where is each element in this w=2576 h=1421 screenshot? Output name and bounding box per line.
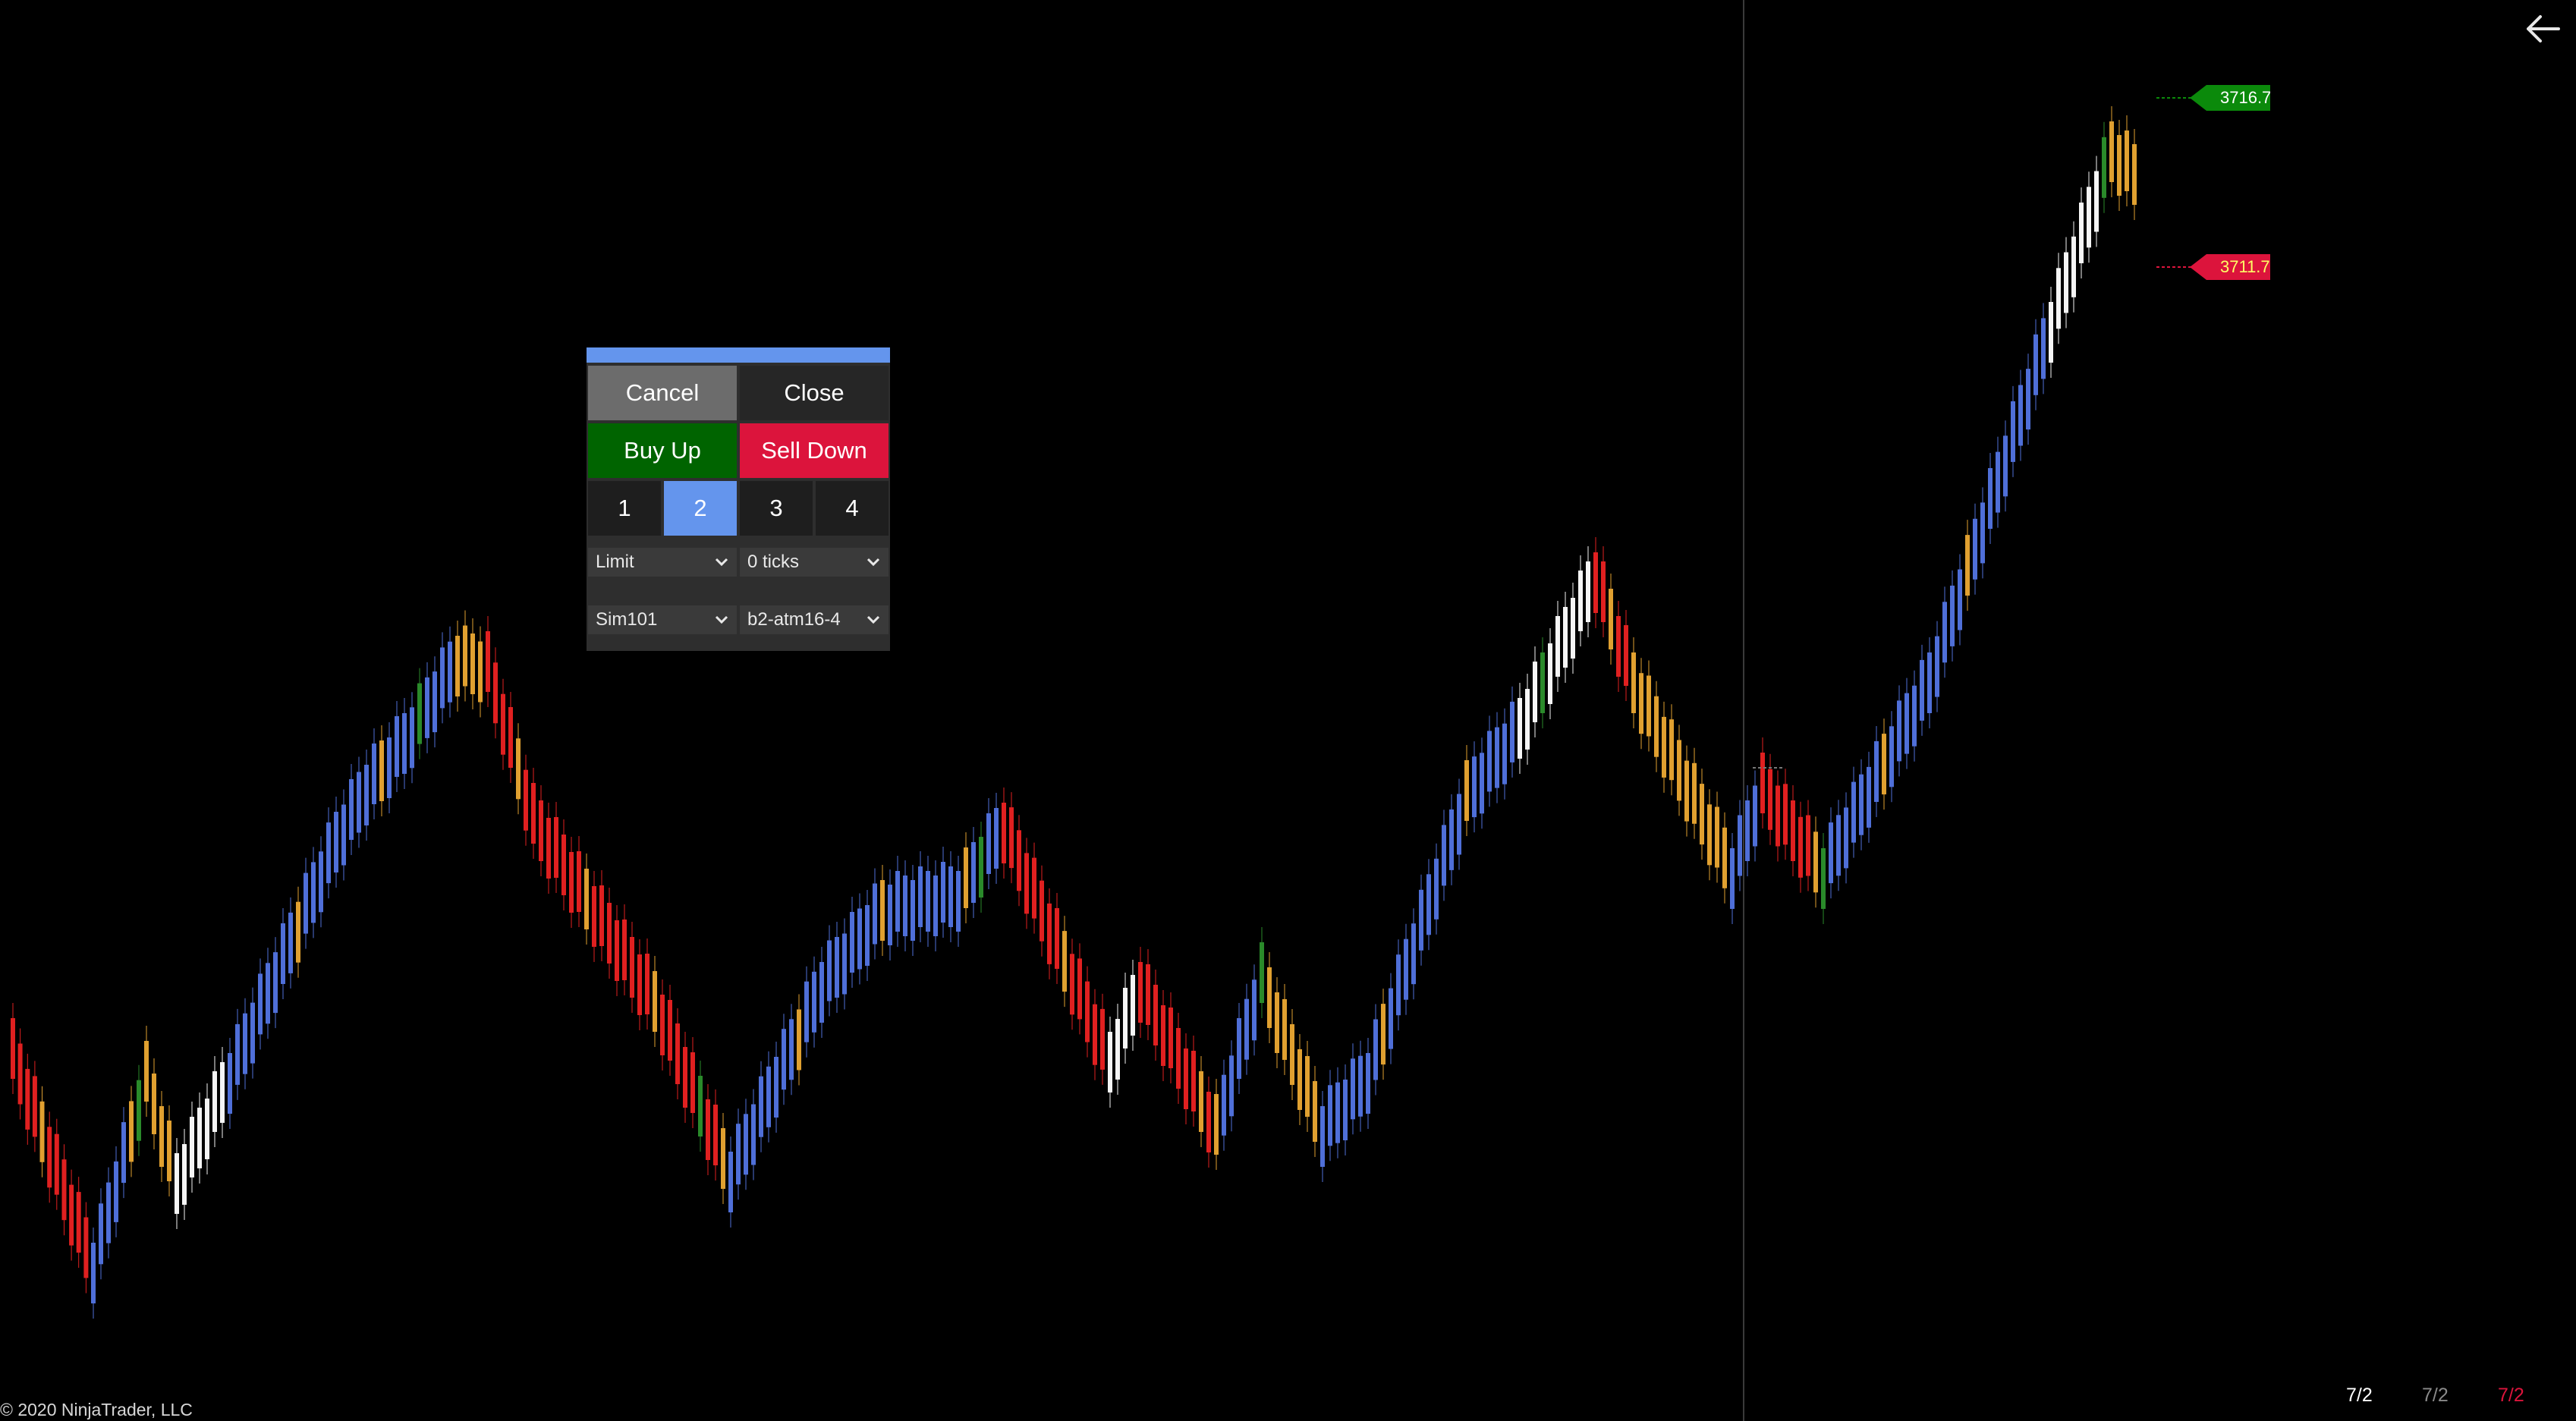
account-select[interactable]: Sim101 <box>588 605 737 634</box>
offset-select[interactable]: 0 ticks <box>740 548 889 577</box>
atm-strategy-select[interactable]: b2-atm16-4 <box>740 605 889 634</box>
quantity-button-2[interactable]: 2 <box>664 481 737 536</box>
quantity-button-3[interactable]: 3 <box>740 481 813 536</box>
time-axis-label: 7/2 <box>2498 1385 2524 1406</box>
price-bars <box>11 106 2137 1319</box>
ask-price-tag: 3716.75 <box>2190 85 2270 111</box>
bid-price-tag: 3711.75 <box>2190 254 2270 280</box>
quantity-button-1[interactable]: 1 <box>588 481 661 536</box>
chevron-down-icon <box>867 615 880 624</box>
chart-window[interactable]: 3716.75 3711.75 Cancel Close Buy Up Sell… <box>0 0 2576 1421</box>
offset-value: 0 ticks <box>747 552 800 572</box>
chart-trader-titlebar[interactable] <box>587 347 890 363</box>
account-value: Sim101 <box>596 609 658 630</box>
chevron-down-icon <box>867 558 880 567</box>
chevron-down-icon <box>715 615 728 624</box>
arrow-left-icon <box>2527 15 2560 42</box>
back-button[interactable] <box>2521 11 2563 49</box>
order-type-value: Limit <box>596 552 634 572</box>
time-axis-label: 7/2 <box>2422 1385 2449 1406</box>
sell-down-button[interactable]: Sell Down <box>740 423 889 478</box>
cancel-button[interactable]: Cancel <box>588 366 737 420</box>
copyright-notice: © 2020 NinjaTrader, LLC <box>0 1400 193 1419</box>
buy-up-button[interactable]: Buy Up <box>588 423 737 478</box>
quantity-button-4[interactable]: 4 <box>816 481 889 536</box>
atm-strategy-value: b2-atm16-4 <box>747 609 841 630</box>
price-chart[interactable] <box>0 0 2576 1421</box>
order-type-select[interactable]: Limit <box>588 548 737 577</box>
close-button[interactable]: Close <box>740 366 889 420</box>
chevron-down-icon <box>715 558 728 567</box>
time-axis-label: 7/2 <box>2346 1385 2373 1406</box>
chart-trader-panel: Cancel Close Buy Up Sell Down 1 2 3 4 Li… <box>587 347 890 651</box>
